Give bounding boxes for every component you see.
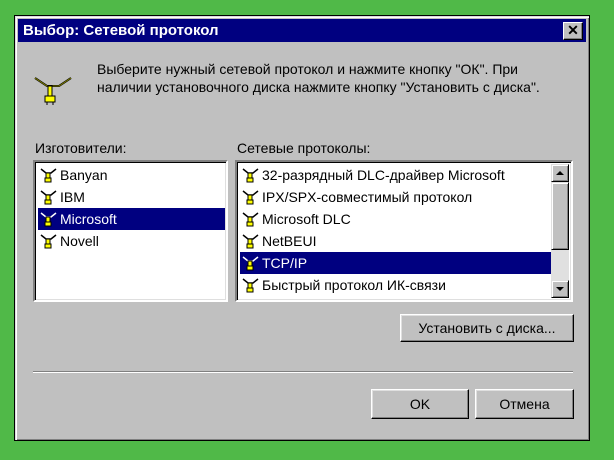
cancel-button[interactable]: Отмена <box>475 389 574 419</box>
list-item[interactable]: Microsoft DLC <box>240 208 552 230</box>
list-item-selected[interactable]: TCP/IP <box>240 252 552 274</box>
cancel-label: Отмена <box>499 396 550 412</box>
arrow-down-icon <box>556 287 564 291</box>
network-plug-icon <box>40 190 57 205</box>
network-plug-icon <box>242 212 259 227</box>
arrow-up-icon <box>556 171 564 175</box>
list-item-label: IPX/SPX-совместимый протокол <box>262 189 473 205</box>
ok-label: OK <box>409 396 431 412</box>
ok-button[interactable]: OK <box>371 389 469 419</box>
list-item-label: Быстрый протокол ИК-связи <box>262 277 446 293</box>
list-item-label: Novell <box>60 233 99 249</box>
list-item-label: Microsoft <box>60 211 117 227</box>
manufacturers-list[interactable]: Banyan IBM Microsoft Novell <box>33 160 228 302</box>
network-plug-icon <box>40 168 57 183</box>
list-item[interactable]: IBM <box>38 186 225 208</box>
list-item[interactable]: IPX/SPX-совместимый протокол <box>240 186 552 208</box>
network-plug-icon <box>242 278 259 293</box>
network-plug-icon <box>34 77 72 105</box>
list-item-label: 32-разрядный DLC-драйвер Microsoft <box>262 167 505 183</box>
title-bar[interactable]: Выбор: Сетевой протокол ✕ <box>18 19 586 42</box>
dialog-title: Выбор: Сетевой протокол <box>23 22 219 39</box>
protocols-scrollbar[interactable] <box>551 164 569 298</box>
list-item[interactable]: NetBEUI <box>240 230 552 252</box>
network-plug-icon <box>242 234 259 249</box>
list-item-label: TCP/IP <box>262 255 308 271</box>
manufacturers-label: Изготовители: <box>35 140 127 156</box>
protocols-list[interactable]: 32-разрядный DLC-драйвер Microsoft IPX/S… <box>235 160 573 302</box>
have-disk-label: Установить с диска... <box>418 320 556 336</box>
protocols-label: Сетевые протоколы: <box>237 140 371 156</box>
scroll-up-button[interactable] <box>551 164 569 182</box>
list-item[interactable]: 32-разрядный DLC-драйвер Microsoft <box>240 164 552 186</box>
scroll-down-button[interactable] <box>551 280 569 298</box>
dialog-window: Выбор: Сетевой протокол ✕ Выберите нужны… <box>14 15 590 441</box>
have-disk-button[interactable]: Установить с диска... <box>400 314 574 342</box>
list-item-label: Microsoft DLC <box>262 211 351 227</box>
list-item-label: IBM <box>60 189 85 205</box>
list-item-label: Banyan <box>60 167 108 183</box>
list-item[interactable]: Novell <box>38 230 225 252</box>
network-plug-icon <box>242 256 259 271</box>
network-plug-icon <box>242 168 259 183</box>
list-item[interactable]: Быстрый протокол ИК-связи <box>240 274 552 296</box>
close-button[interactable]: ✕ <box>563 22 583 40</box>
list-item-label: NetBEUI <box>262 233 317 249</box>
instruction-text: Выберите нужный сетевой протокол и нажми… <box>97 61 540 95</box>
network-plug-icon <box>242 190 259 205</box>
list-item[interactable]: Banyan <box>38 164 225 186</box>
scroll-thumb[interactable] <box>551 182 569 250</box>
close-icon: ✕ <box>567 22 579 38</box>
list-item-selected[interactable]: Microsoft <box>38 208 225 230</box>
network-plug-icon <box>40 234 57 249</box>
separator <box>33 371 573 373</box>
network-plug-icon <box>40 212 57 227</box>
